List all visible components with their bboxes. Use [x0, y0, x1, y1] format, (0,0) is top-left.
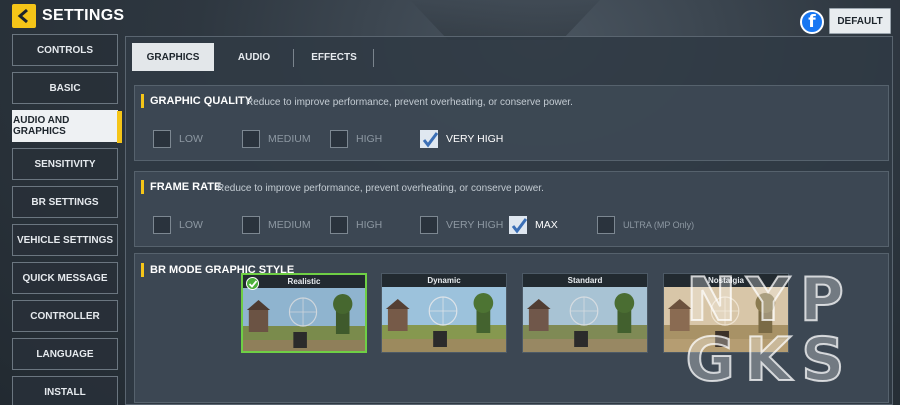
preview-image [243, 288, 365, 351]
section-accent-bar [141, 94, 144, 108]
graphic-quality-option-high[interactable]: HIGH [330, 130, 382, 148]
style-label: Nostalgia [664, 274, 788, 287]
graphic-quality-section: GRAPHIC QUALITY Reduce to improve perfor… [134, 85, 889, 161]
checkbox[interactable] [330, 130, 348, 148]
checkbox[interactable] [330, 216, 348, 234]
sidebar-item-br-settings[interactable]: BR SETTINGS [12, 186, 118, 218]
option-label: VERY HIGH [446, 133, 504, 145]
sidebar-item-quick-message[interactable]: QUICK MESSAGE [12, 262, 118, 294]
page-title: SETTINGS [42, 7, 125, 24]
option-label: LOW [179, 133, 203, 145]
sidebar-item-sensitivity[interactable]: SENSITIVITY [12, 148, 118, 180]
option-label: HIGH [356, 133, 383, 145]
graphic-quality-option-medium[interactable]: MEDIUM [242, 130, 311, 148]
checkbox[interactable] [242, 216, 260, 234]
frame-rate-option-high[interactable]: HIGH [330, 216, 382, 234]
style-label: Realistic [243, 275, 365, 288]
tab-graphics[interactable]: GRAPHICS [132, 43, 214, 71]
section-accent-bar [141, 180, 144, 194]
style-label: Dynamic [382, 274, 506, 287]
sidebar-item-install[interactable]: INSTALL [12, 376, 118, 405]
graphic-quality-option-very-high[interactable]: VERY HIGH [420, 130, 503, 148]
graphic-quality-option-low[interactable]: LOW [153, 130, 203, 148]
frame-rate-option-medium[interactable]: MEDIUM [242, 216, 311, 234]
tab-separator [373, 49, 374, 67]
option-label: MAX [535, 219, 558, 231]
sidebar-item-controller[interactable]: CONTROLLER [12, 300, 118, 332]
frame-rate-option-max[interactable]: MAX [509, 216, 558, 234]
style-label: Standard [523, 274, 647, 287]
frame-rate-option-very-high[interactable]: VERY HIGH [420, 216, 503, 234]
option-label: VERY HIGH [446, 219, 504, 231]
tab-effects[interactable]: EFFECTS [294, 43, 374, 71]
checkbox[interactable] [420, 216, 438, 234]
frame-rate-section: FRAME RATE Reduce to improve performance… [134, 171, 889, 247]
checkbox[interactable] [153, 216, 171, 234]
option-label: ULTRA (MP Only) [623, 220, 695, 230]
checkbox[interactable] [242, 130, 260, 148]
header: SETTINGS f DEFAULT [0, 0, 900, 36]
sidebar-item-basic[interactable]: BASIC [12, 72, 118, 104]
facebook-icon[interactable]: f [800, 10, 824, 34]
style-option-nostalgia[interactable]: Nostalgia [663, 273, 789, 353]
frame-rate-option-ultra[interactable]: ULTRA (MP Only) [597, 216, 694, 234]
style-option-dynamic[interactable]: Dynamic [381, 273, 507, 353]
checkbox[interactable] [597, 216, 615, 234]
sidebar-item-vehicle-settings[interactable]: VEHICLE SETTINGS [12, 224, 118, 256]
option-label: MEDIUM [268, 219, 311, 231]
back-button[interactable] [12, 4, 36, 28]
option-label: MEDIUM [268, 133, 311, 145]
checkbox-checked[interactable] [420, 130, 438, 148]
tab-audio[interactable]: AUDIO [214, 43, 294, 71]
back-arrow-icon [17, 8, 28, 24]
preview-image [664, 287, 788, 352]
section-accent-bar [141, 263, 144, 277]
preview-image [523, 287, 647, 352]
option-label: LOW [179, 219, 203, 231]
graphic-quality-description: Reduce to improve performance, prevent o… [246, 97, 573, 108]
checkmark-icon [511, 218, 527, 234]
checkbox[interactable] [153, 130, 171, 148]
frame-rate-option-low[interactable]: LOW [153, 216, 203, 234]
sidebar-item-controls[interactable]: CONTROLS [12, 34, 118, 66]
sidebar-item-audio-and-graphics[interactable]: AUDIO AND GRAPHICS [12, 110, 122, 143]
checkmark-icon [422, 132, 438, 148]
option-label: HIGH [356, 219, 383, 231]
style-option-standard[interactable]: Standard [522, 273, 648, 353]
graphic-quality-title: GRAPHIC QUALITY [150, 95, 253, 107]
default-button[interactable]: DEFAULT [829, 8, 891, 34]
frame-rate-title: FRAME RATE [150, 181, 222, 193]
style-option-realistic[interactable]: Realistic [241, 273, 367, 353]
sidebar-item-language[interactable]: LANGUAGE [12, 338, 118, 370]
preview-image [382, 287, 506, 352]
checkbox-checked[interactable] [509, 216, 527, 234]
selected-check-icon [246, 277, 259, 290]
frame-rate-description: Reduce to improve performance, prevent o… [217, 183, 544, 194]
